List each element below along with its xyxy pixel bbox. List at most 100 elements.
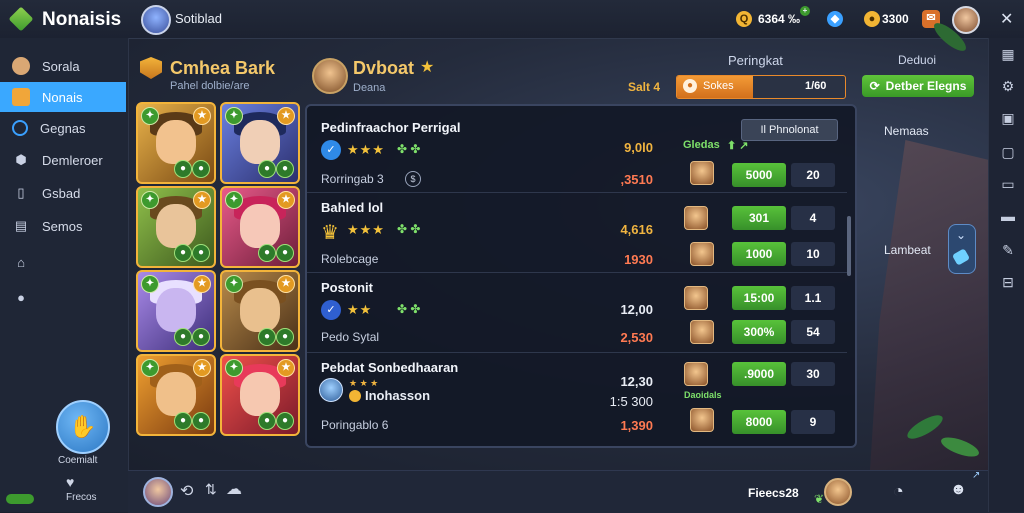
sidebar-item-support[interactable]: ● <box>0 282 126 312</box>
table-row[interactable]: Bahled lol ♛ ★★★ ✤ ✤ 4,616 Rolebcage 193… <box>307 192 847 273</box>
skill-badge-icon: ● <box>192 412 210 430</box>
clover-icon: ✤ ✤ <box>397 142 421 156</box>
hero-card[interactable]: ✦ ★ ● ● <box>220 102 300 184</box>
table-row[interactable]: Pebdat Sonbedhaaran ★ ★ ★ Inohasson 12,3… <box>307 352 847 442</box>
user-icon[interactable]: ☻ <box>950 481 967 499</box>
edit-icon[interactable]: ✎ <box>1000 242 1016 258</box>
class-badge-icon: ✦ <box>225 275 243 293</box>
skill-badge-icon: ● <box>192 328 210 346</box>
support-icon: ● <box>17 289 25 305</box>
row-sub: Rorringab 3 <box>321 172 384 186</box>
hero-card[interactable]: ✦ ★ ● ● <box>136 270 216 352</box>
table-row[interactable]: Postonit ✓ ★★ ✤ ✤ 12,00 Pedo Sytal 2,530… <box>307 272 847 353</box>
window-icon[interactable]: ▢ <box>1000 144 1016 160</box>
row-action-button-2[interactable]: 300% <box>732 320 786 344</box>
skill-badge-icon: ● <box>258 328 276 346</box>
user-avatar[interactable] <box>141 5 171 35</box>
timer-icon[interactable]: ◔ <box>893 481 904 502</box>
row-title: Bahled lol <box>321 200 384 215</box>
row-sub: Poringablo 6 <box>321 418 389 432</box>
player-avatar <box>319 378 343 402</box>
hero-card[interactable]: ✦ ★ ● ● <box>136 354 216 436</box>
clover-icon: ✤ ✤ <box>397 302 421 316</box>
side-toggle[interactable]: ⌄ <box>948 224 976 274</box>
heart-icon[interactable]: ♥ <box>66 474 74 490</box>
row-action-button[interactable]: 15:00 <box>732 286 786 310</box>
skill-badge-icon: ● <box>258 244 276 262</box>
chevron-down-icon: ⌄ <box>956 228 967 242</box>
rank-badge-icon: ★ <box>193 275 211 293</box>
panel-icon[interactable]: ▭ <box>1000 176 1016 192</box>
hero-portrait <box>156 372 196 416</box>
close-icon[interactable]: ✕ <box>1000 9 1013 29</box>
row-value-2: 1:5 300 <box>609 394 653 409</box>
row-action-button[interactable]: 301 <box>732 206 786 230</box>
skill-badge-icon: ● <box>174 244 192 262</box>
gear-icon[interactable]: ⚙ <box>1000 78 1016 94</box>
board-filter-chip[interactable]: Il Phnolonat <box>741 119 838 141</box>
leaf-icon: ❦ <box>814 492 825 506</box>
hero-card[interactable]: ✦ ★ ● ● <box>136 186 216 268</box>
cloud-icon[interactable]: ☁ <box>226 479 242 499</box>
rank-badge-icon: ★ <box>277 275 295 293</box>
row-action-button[interactable]: .9000 <box>732 362 786 386</box>
check-icon: ✓ <box>321 140 341 160</box>
coin-icon: Q <box>736 11 752 27</box>
side-label-2: Lambeat <box>884 243 931 257</box>
bottom-right-label: Fieecs28 <box>748 486 799 500</box>
row-action-button-2[interactable]: 1000 <box>732 242 786 266</box>
layout-icon[interactable]: ▣ <box>1000 110 1016 126</box>
scrollbar[interactable] <box>847 216 851 276</box>
gem-icon[interactable]: ◆ <box>827 11 843 27</box>
skill-badge-icon: ● <box>276 412 294 430</box>
coin-value: 6364 ‰ <box>758 12 801 26</box>
bottom-avatar[interactable] <box>143 477 173 507</box>
sidebar-item-nonais[interactable]: Nonais <box>0 82 126 112</box>
chat-icon <box>12 120 28 136</box>
hero-card[interactable]: ✦ ★ ● ● <box>220 186 300 268</box>
row-extra-label: Daoidals <box>684 390 722 400</box>
sidebar-item-label: Sorala <box>42 58 80 74</box>
detber-button[interactable]: ⟳ Detber Elegns <box>862 75 974 97</box>
gold-value: 3300 <box>882 12 909 26</box>
rank-badge-icon: ★ <box>277 191 295 209</box>
sidebar-item-demleroer[interactable]: ⬢ Demleroer <box>0 145 126 175</box>
hero-portrait <box>156 120 196 164</box>
row-action-button-2[interactable]: 8000 <box>732 410 786 434</box>
cart-icon[interactable]: ⊟ <box>1000 274 1016 290</box>
row-name: Inohasson <box>365 388 431 403</box>
hero-card[interactable]: ✦ ★ ● ● <box>220 270 300 352</box>
hero-portrait <box>240 372 280 416</box>
help-button[interactable]: ✋ <box>56 400 110 454</box>
sidebar-item-sorala[interactable]: Sorala <box>0 51 126 81</box>
row-value-2: ,3510 <box>620 172 653 187</box>
skill-badge-icon: ● <box>276 244 294 262</box>
sidebar-item-semos[interactable]: ▤ Semos <box>0 211 126 241</box>
sidebar-item-gegnas[interactable]: Gegnas <box>0 113 126 143</box>
refresh-icon[interactable]: ⟲ <box>180 481 193 501</box>
signal-icon: ↗ <box>972 470 981 481</box>
sidebar-item-home[interactable]: ⌂ <box>0 247 126 277</box>
friend-avatar[interactable] <box>824 478 852 506</box>
sidebar-item-gsbad[interactable]: ▯ Gsbad <box>0 178 126 208</box>
skill-badge-icon: ● <box>258 160 276 178</box>
profile-hero-avatar[interactable] <box>312 58 348 94</box>
row-action-button[interactable]: 5000 <box>732 163 786 187</box>
hand-icon: ✋ <box>69 414 97 439</box>
monitor-icon[interactable]: ▬ <box>1000 208 1016 224</box>
progress-bar: ● Sokes 1/60 <box>676 75 846 99</box>
rank-badge-icon: ★ <box>277 107 295 125</box>
row-avatar <box>690 161 714 185</box>
heroes-subtitle: Pahel dolbie/are <box>170 80 250 92</box>
row-score: 20 <box>791 163 835 187</box>
sort-icon[interactable]: ⇅ <box>205 481 217 498</box>
hero-card[interactable]: ✦ ★ ● ● <box>136 102 216 184</box>
sidebar-item-label: Gegnas <box>40 120 86 136</box>
hero-card[interactable]: ✦ ★ ● ● <box>220 354 300 436</box>
progress-left-label: Salt 4 <box>628 80 661 94</box>
class-badge-icon: ✦ <box>225 107 243 125</box>
profile-avatar[interactable] <box>952 6 980 34</box>
plus-icon[interactable]: + <box>800 6 810 16</box>
grid-icon[interactable]: ▦ <box>1000 46 1016 62</box>
class-badge-icon: ✦ <box>141 107 159 125</box>
